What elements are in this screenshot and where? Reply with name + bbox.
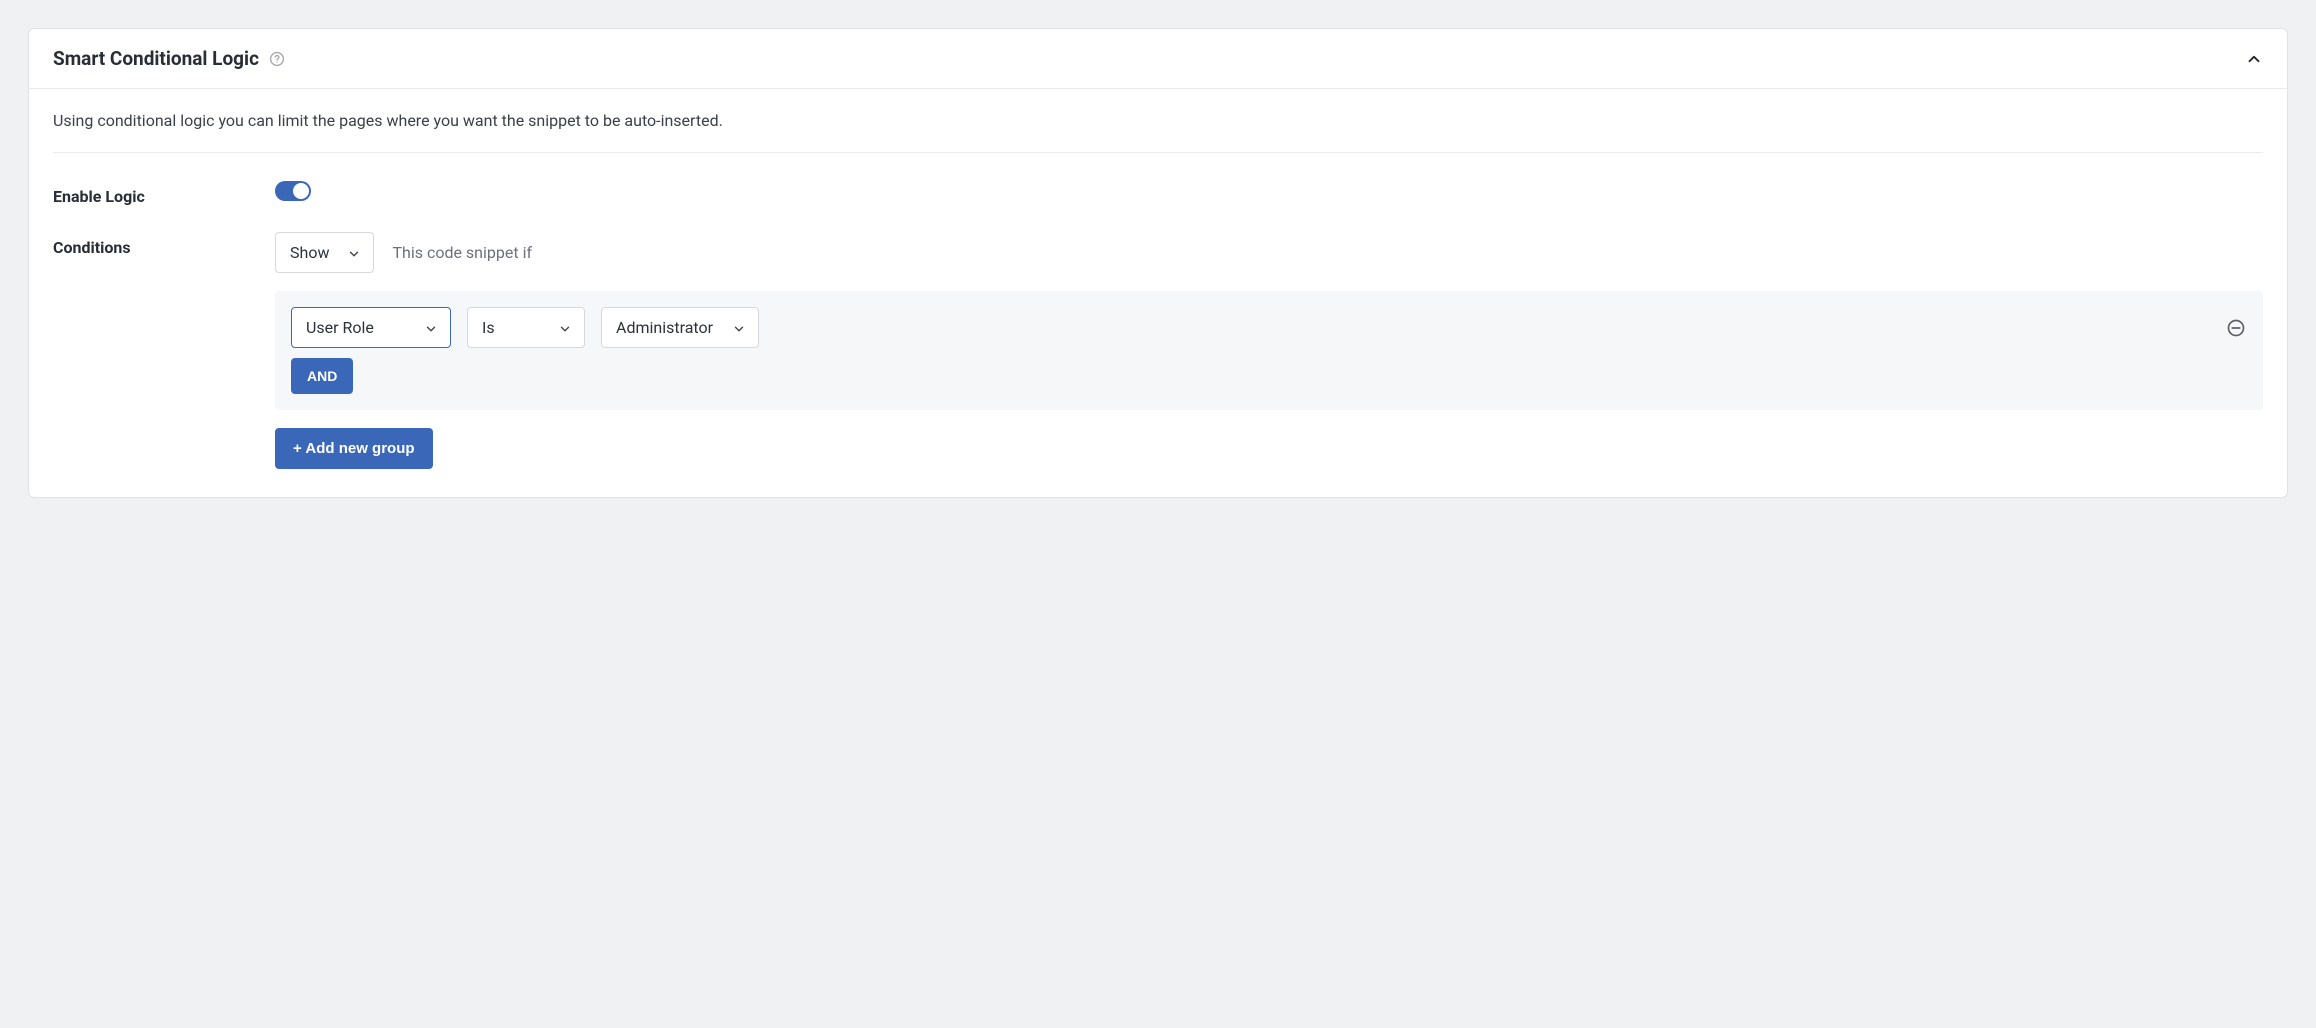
help-icon[interactable] <box>269 51 285 67</box>
conditions-header: Show This code snippet if <box>275 232 2263 273</box>
panel-title: Smart Conditional Logic <box>53 47 259 70</box>
conditions-after-text: This code snippet if <box>392 243 532 262</box>
condition-value-select[interactable]: Administrator <box>601 307 759 348</box>
conditions-label: Conditions <box>53 232 275 257</box>
enable-logic-label: Enable Logic <box>53 181 275 206</box>
toggle-knob <box>293 183 309 199</box>
and-button[interactable]: AND <box>291 358 353 394</box>
enable-logic-row: Enable Logic <box>53 181 2263 206</box>
enable-logic-toggle[interactable] <box>275 181 311 201</box>
action-select-value: Show <box>290 243 329 262</box>
panel-header[interactable]: Smart Conditional Logic <box>29 29 2287 89</box>
chevron-up-icon[interactable] <box>2245 50 2263 68</box>
chevron-down-icon <box>424 321 438 335</box>
condition-row: User Role Is <box>291 307 2247 348</box>
conditions-control: Show This code snippet if User Role <box>275 232 2263 469</box>
conditional-logic-panel: Smart Conditional Logic Using conditiona… <box>28 28 2288 498</box>
enable-logic-control <box>275 181 2263 205</box>
chevron-down-icon <box>732 321 746 335</box>
add-new-group-button[interactable]: + Add new group <box>275 428 433 469</box>
chevron-down-icon <box>347 246 361 260</box>
conditions-row: Conditions Show This code snippet if <box>53 232 2263 469</box>
panel-title-wrap: Smart Conditional Logic <box>53 47 285 70</box>
remove-condition-button[interactable] <box>2225 317 2247 339</box>
panel-description: Using conditional logic you can limit th… <box>53 111 2263 153</box>
condition-field-select[interactable]: User Role <box>291 307 451 348</box>
panel-body: Using conditional logic you can limit th… <box>29 89 2287 497</box>
condition-operator-select[interactable]: Is <box>467 307 585 348</box>
condition-value-value: Administrator <box>616 318 713 337</box>
condition-group: User Role Is <box>275 291 2263 410</box>
action-select[interactable]: Show <box>275 232 374 273</box>
chevron-down-icon <box>558 321 572 335</box>
condition-operator-value: Is <box>482 318 495 337</box>
condition-field-value: User Role <box>306 318 374 337</box>
